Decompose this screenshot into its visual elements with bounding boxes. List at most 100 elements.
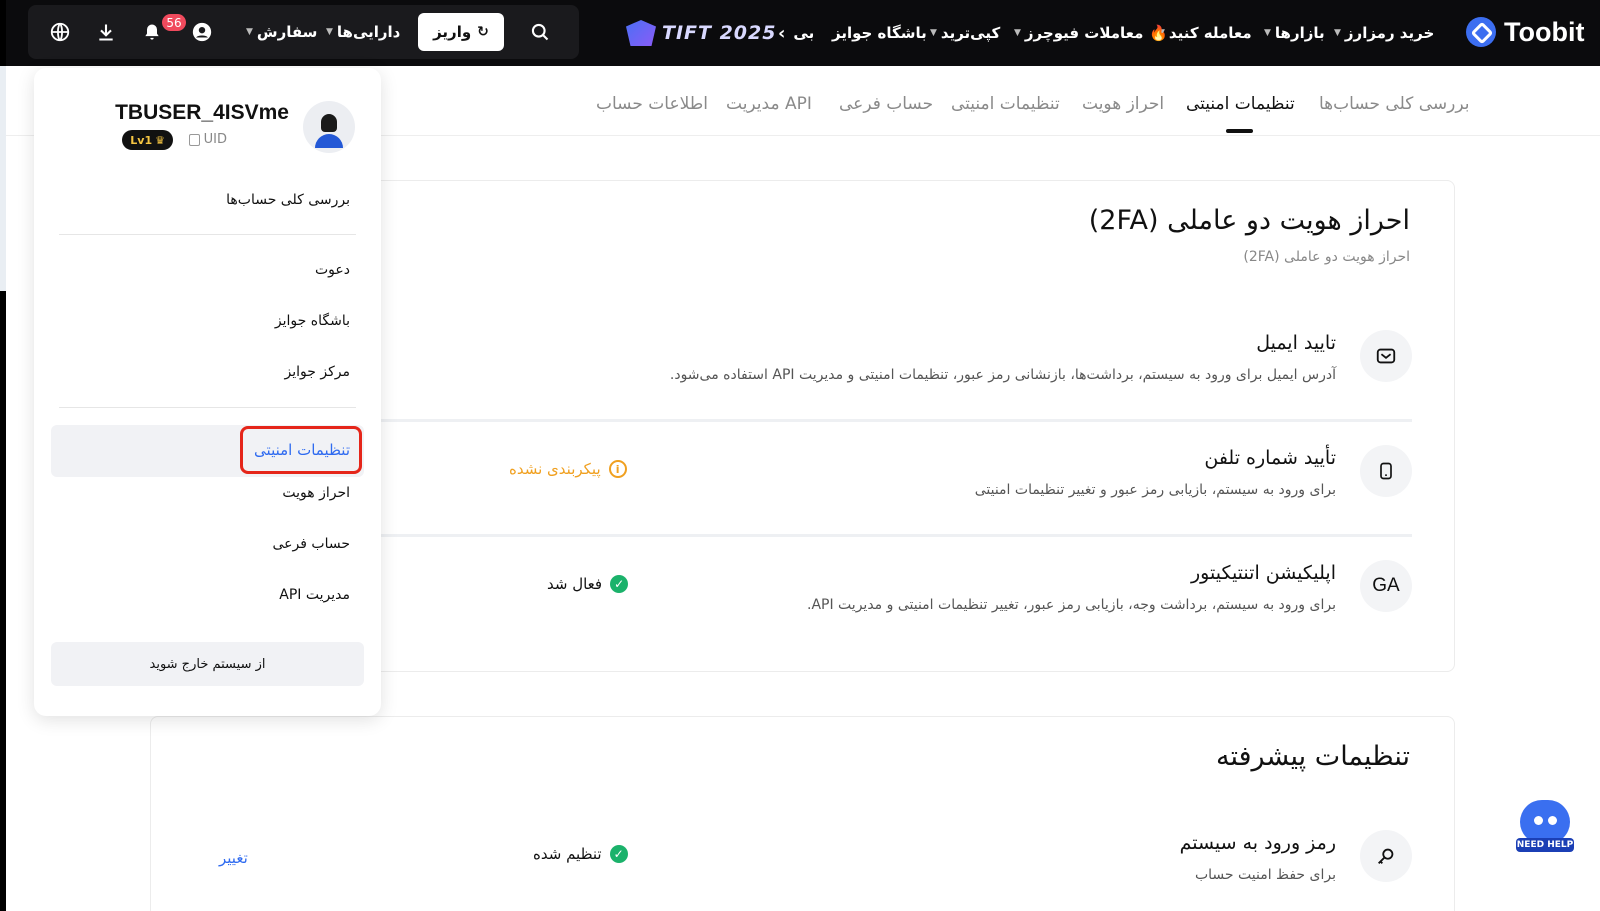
key-icon xyxy=(1360,830,1412,882)
orders-label: سفارش xyxy=(256,23,318,41)
chevron-down-icon: ▼ xyxy=(1334,28,1341,38)
menu-sub-account[interactable]: حساب فرعی xyxy=(273,536,350,552)
tab-api-management[interactable]: مدیریت API xyxy=(726,94,812,114)
menu-invite[interactable]: دعوت xyxy=(315,262,350,278)
row-description: برای ورود به سیستم، برداشت وجه، بازیابی … xyxy=(807,597,1336,613)
row-title: اپلیکیشن اتنتیکیتور xyxy=(1191,562,1336,584)
tab-identity-verification[interactable]: احراز هویت xyxy=(1082,94,1164,114)
nav-item-label: خرید رمزارز xyxy=(1344,24,1435,42)
menu-api-management[interactable]: مدیریت API xyxy=(279,587,350,603)
nav-item-label: معامله کنید xyxy=(1168,24,1252,42)
password-status: تنظیم شده ✓ xyxy=(533,845,628,863)
nav-futures[interactable]: ▼ معاملات فیوچرز 🔥 xyxy=(1014,0,1168,66)
help-bot-button[interactable]: NEED HELP xyxy=(1516,796,1574,854)
download-icon[interactable] xyxy=(86,5,126,59)
chevron-down-icon: ▼ xyxy=(246,27,253,37)
phone-status[interactable]: پیکربندی نشده i xyxy=(509,460,627,478)
robot-eye xyxy=(1534,816,1543,825)
status-text: تنظیم شده xyxy=(533,845,602,863)
vip-level-badge: Lv1 ♛ xyxy=(122,130,173,150)
chevron-down-icon: ▼ xyxy=(326,27,333,37)
status-text: پیکربندی نشده xyxy=(509,460,601,478)
tab-account-overview[interactable]: بررسی کلی حساب‌ها xyxy=(1319,94,1469,114)
tift-promo-banner[interactable]: TIFT 2025 xyxy=(626,16,776,50)
user-actions-bar: 56 ▼ سفارش ▼ دارایی‌ها واریز ↻ xyxy=(28,5,579,59)
robot-eye xyxy=(1548,816,1557,825)
menu-divider xyxy=(59,234,356,235)
brand-logo[interactable]: Toobit xyxy=(1466,12,1584,52)
deposit-button[interactable]: واریز ↻ xyxy=(418,13,504,51)
menu-rewards-center[interactable]: مرکز جوایز xyxy=(285,364,350,380)
assets-menu[interactable]: ▼ دارایی‌ها xyxy=(326,5,400,59)
menu-account-overview[interactable]: بررسی کلی حساب‌ها xyxy=(226,192,350,208)
row-description: برای حفظ امنیت حساب xyxy=(1194,867,1336,883)
authenticator-status: فعال شد ✓ xyxy=(547,575,629,593)
top-navigation: Toobit ▼ خرید رمزارز ▼ بازارها ▼ معامله … xyxy=(6,0,1600,66)
status-text: فعال شد xyxy=(547,575,603,593)
phone-icon xyxy=(1360,445,1412,497)
nav-item-label: کپی‌ترید xyxy=(940,24,1001,42)
nav-item-label: باشگاه جوایز xyxy=(832,24,927,42)
promo-text: TIFT 2025 xyxy=(662,22,777,44)
warning-info-icon: i xyxy=(608,460,627,478)
deposit-icon: ↻ xyxy=(477,24,489,40)
toobit-logo-icon xyxy=(1466,17,1496,47)
login-password-row: رمز ورود به سیستم برای حفظ امنیت حساب تن… xyxy=(151,807,1456,911)
chevron-left-icon: ‹ xyxy=(778,22,786,44)
row-title: رمز ورود به سیستم xyxy=(1179,832,1336,854)
menu-divider xyxy=(59,407,356,408)
fire-icon: 🔥 xyxy=(1149,24,1169,42)
crown-icon: ♛ xyxy=(155,133,165,147)
user-dropdown-panel: TBUSER_4ISVme UID Lv1 ♛ بررسی کلی حساب‌ه… xyxy=(34,68,381,716)
avatar-head xyxy=(321,114,337,132)
row-title: تایید ایمیل xyxy=(1256,332,1336,354)
uid-copy[interactable]: UID xyxy=(188,132,227,147)
tab-account-info[interactable]: اطلاعات حساب xyxy=(596,94,708,114)
help-label: NEED HELP xyxy=(1516,838,1574,852)
change-password-link[interactable]: تغییر xyxy=(219,849,248,867)
chevron-down-icon: ▼ xyxy=(930,28,937,38)
tab-security-settings[interactable]: تنظیمات امنیتی xyxy=(951,94,1060,114)
nav-rewards-club[interactable]: باشگاه جوایز xyxy=(832,0,927,66)
tab-sub-account[interactable]: حساب فرعی xyxy=(839,94,933,114)
language-globe-icon[interactable] xyxy=(40,5,80,59)
chevron-down-icon: ▼ xyxy=(1264,28,1271,38)
copy-icon xyxy=(188,133,200,146)
brand-name: Toobit xyxy=(1504,16,1585,47)
nav-trade[interactable]: ▼ معامله کنید xyxy=(1158,0,1252,66)
nav-copy-trade[interactable]: ▼ کپی‌ترید xyxy=(930,0,1000,66)
twofa-subtitle: احراز هویت دو عاملی (2FA) xyxy=(1243,249,1410,265)
orders-menu[interactable]: ▼ سفارش xyxy=(246,5,317,59)
nav-more[interactable]: ‹ بی xyxy=(778,0,814,66)
logout-button[interactable]: از سیستم خارج شوید xyxy=(51,642,364,686)
menu-identity-verification[interactable]: احراز هویت xyxy=(282,485,350,501)
row-description: آدرس ایمیل برای ورود به سیستم، برداشت‌ها… xyxy=(669,367,1336,383)
uid-label: UID xyxy=(203,132,227,147)
annotation-highlight-box xyxy=(240,426,362,474)
nav-markets[interactable]: ▼ بازارها xyxy=(1264,0,1325,66)
level-text: Lv1 xyxy=(130,133,153,147)
avatar[interactable] xyxy=(303,101,355,153)
assets-label: دارایی‌ها xyxy=(336,23,401,41)
twofa-title: احراز هویت دو عاملی (2FA) xyxy=(1088,205,1410,236)
row-description: برای ورود به سیستم، بازیابی رمز عبور و ت… xyxy=(974,482,1336,498)
username: TBUSER_4ISVme xyxy=(115,101,289,124)
nav-item-label: بی xyxy=(793,24,815,42)
chevron-down-icon: ▼ xyxy=(1014,28,1021,38)
check-circle-icon: ✓ xyxy=(609,845,628,863)
envelope-icon xyxy=(1360,330,1412,382)
tab-security-settings-active[interactable]: تنظیمات امنیتی xyxy=(1186,94,1295,114)
bell-icon[interactable] xyxy=(132,5,172,59)
advanced-settings-card: تنظیمات پیشرفته رمز ورود به سیستم برای ح… xyxy=(150,716,1455,911)
search-icon[interactable] xyxy=(520,5,560,59)
nav-buy-crypto[interactable]: ▼ خرید رمزارز xyxy=(1334,0,1434,66)
user-profile-icon[interactable] xyxy=(182,5,222,59)
deposit-label: واریز xyxy=(433,23,472,41)
advanced-title: تنظیمات پیشرفته xyxy=(1216,741,1410,772)
menu-rewards-club[interactable]: باشگاه جوایز xyxy=(275,313,350,329)
nav-item-label: معاملات فیوچرز xyxy=(1024,24,1144,42)
avatar-body xyxy=(315,134,343,148)
row-title: تأیید شماره تلفن xyxy=(1204,447,1336,469)
check-circle-icon: ✓ xyxy=(610,575,629,593)
ga-icon: GA xyxy=(1360,560,1412,612)
